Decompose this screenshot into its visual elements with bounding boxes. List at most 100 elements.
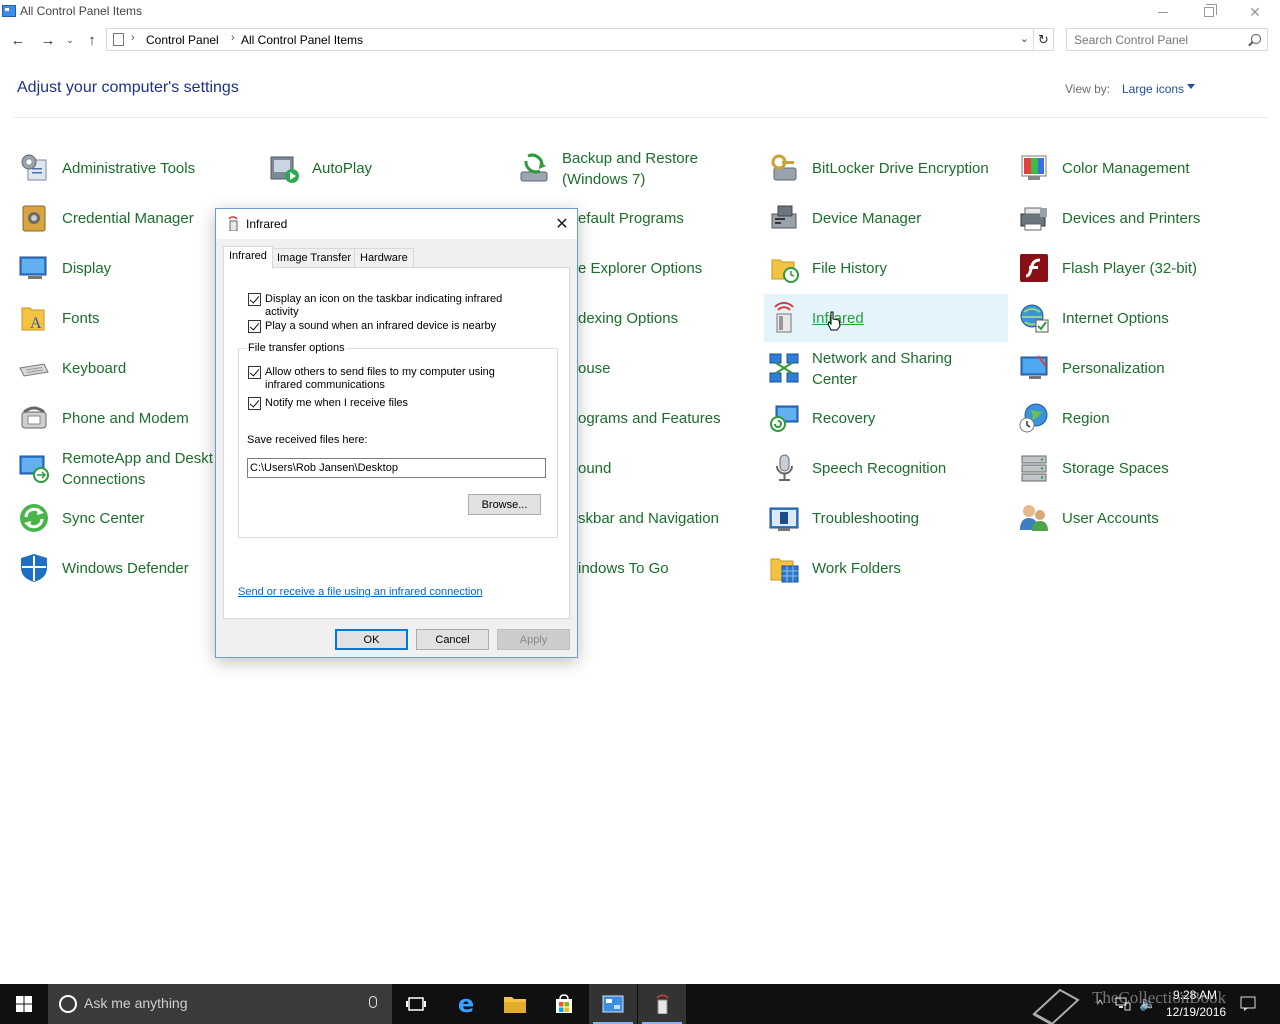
ok-button[interactable]: OK [335,629,408,650]
tab-panel-infrared: Display an icon on the taskbar indicatin… [223,267,570,619]
windows-defender-icon [21,554,47,582]
page-title: Adjust your computer's settings [17,79,239,96]
send-receive-link[interactable]: Send or receive a file using an infrared… [238,586,483,598]
checkbox-checked[interactable] [248,397,261,410]
search-input[interactable]: Search Control Panel [1074,33,1188,47]
breadcrumb-separator-icon[interactable]: › [231,32,235,44]
tab-hardware[interactable]: Hardware [354,248,414,268]
item-troubleshooting[interactable]: Troubleshooting [764,494,1008,542]
item-windows-defender[interactable]: Windows Defender [14,544,216,592]
checkbox-label[interactable]: Notify me when I receive files [265,397,535,410]
flash-player-icon [1020,254,1048,282]
item-internet-options[interactable]: Internet Options [1014,294,1258,342]
item-label: ouse [578,360,611,377]
infrared-taskbar-button[interactable] [638,984,686,1024]
item-device-manager[interactable]: Device Manager [764,194,1008,242]
search-box[interactable]: Search Control Panel [1066,28,1268,51]
item-label: Internet Options [1062,310,1169,327]
item-recovery[interactable]: Recovery [764,394,1008,442]
item-label: Center [812,371,858,388]
checkbox-label[interactable]: Allow others to send files to my compute… [265,366,535,392]
item-backup-restore[interactable]: Backup and Restore (Windows 7) [514,144,758,192]
minimize-button[interactable] [1140,0,1186,24]
item-label: Display [62,260,112,277]
forward-button[interactable]: → [38,30,58,50]
item-label: (Windows 7) [562,171,646,188]
back-button[interactable]: ← [8,30,28,50]
arrow-up-icon: ↑ [88,31,96,49]
tab-infrared[interactable]: Infrared [223,246,273,269]
caret-down-icon[interactable] [1187,84,1195,89]
checkbox-label[interactable]: Display an icon on the taskbar indicatin… [265,293,535,319]
personalization-icon [1020,355,1048,379]
display-icon [19,256,47,279]
store-icon [556,994,572,1013]
item-network-sharing[interactable]: Network and Sharing Center [764,344,1008,392]
item-label: Backup and Restore [562,150,698,167]
item-file-history[interactable]: File History [764,244,1008,292]
task-view-icon [406,997,426,1011]
search-icon[interactable] [1251,34,1261,44]
dialog-close-button[interactable]: ✕ [547,209,577,239]
store-taskbar-button[interactable] [540,984,588,1024]
address-dropdown-icon[interactable]: ⌄ [1020,32,1029,45]
item-remoteapp[interactable]: RemoteApp and Deskt Connections [14,444,216,492]
taskbar: Ask me anything e ^ 🔈 9:28 AM 12/19/2016 [0,984,1280,1024]
item-color-management[interactable]: Color Management [1014,144,1258,192]
close-window-button[interactable]: ✕ [1232,0,1278,24]
save-location-label: Save received files here: [247,434,368,446]
item-label: Work Folders [812,560,901,577]
item-label: skbar and Navigation [578,510,719,527]
start-button[interactable] [0,984,48,1024]
checkbox-checked[interactable] [248,293,261,306]
cortana-search-input[interactable]: Ask me anything [84,995,188,1011]
item-label: Troubleshooting [812,510,920,527]
item-storage-spaces[interactable]: Storage Spaces [1014,444,1258,492]
checkbox-checked[interactable] [248,320,261,333]
phone-modem-icon [21,406,47,429]
address-bar[interactable]: › Control Panel › All Control Panel Item… [106,28,1034,51]
recent-locations-button[interactable]: ⌄ [62,30,78,50]
item-speech-recognition[interactable]: Speech Recognition [764,444,1008,492]
task-view-button[interactable] [392,984,440,1024]
save-path-input[interactable]: C:\Users\Rob Jansen\Desktop [247,458,546,478]
control-panel-taskbar-button[interactable] [589,984,637,1024]
apply-button[interactable]: Apply [497,629,570,650]
item-bitlocker[interactable]: BitLocker Drive Encryption [764,144,1008,192]
browse-button[interactable]: Browse... [468,494,541,515]
dialog-title-bar[interactable]: Infrared ✕ [216,209,577,239]
cortana-search[interactable]: Ask me anything [48,984,392,1024]
item-label: Personalization [1062,360,1165,377]
item-sync-center[interactable]: Sync Center [14,494,216,542]
refresh-button[interactable]: ↻ [1034,28,1054,51]
item-region[interactable]: Region [1014,394,1258,442]
keyboard-icon [19,363,49,377]
item-flash-player[interactable]: Flash Player (32-bit) [1014,244,1258,292]
dialog-title: Infrared [246,217,288,231]
edge-taskbar-button[interactable]: e [442,984,490,1024]
item-devices-printers[interactable]: Devices and Printers [1014,194,1258,242]
microphone-icon[interactable] [369,996,377,1008]
up-button[interactable]: ↑ [82,30,102,50]
checkbox-label[interactable]: Play a sound when an infrared device is … [265,320,535,333]
view-by-dropdown[interactable]: Large icons [1122,82,1184,96]
item-user-accounts[interactable]: User Accounts [1014,494,1258,542]
breadcrumb-control-panel[interactable]: Control Panel [146,33,219,47]
item-autoplay[interactable]: AutoPlay [264,144,508,192]
breadcrumb-all-items[interactable]: All Control Panel Items [241,33,363,47]
file-explorer-taskbar-button[interactable] [491,984,539,1024]
item-label: Administrative Tools [62,160,196,177]
action-center-icon[interactable] [1240,996,1256,1012]
item-label: AutoPlay [312,160,373,177]
windows-logo-icon [16,996,32,1012]
item-work-folders[interactable]: Work Folders [764,544,1008,592]
item-personalization[interactable]: Personalization [1014,344,1258,392]
checkbox-checked[interactable] [248,366,261,379]
tab-image-transfer[interactable]: Image Transfer [271,248,357,268]
breadcrumb-separator-icon[interactable]: › [131,32,135,44]
item-infrared[interactable]: Infrared [764,294,1008,342]
item-label: Windows Defender [62,560,189,577]
cancel-button[interactable]: Cancel [416,629,489,650]
item-administrative-tools[interactable]: Administrative Tools [14,144,258,192]
restore-button[interactable] [1186,0,1232,24]
